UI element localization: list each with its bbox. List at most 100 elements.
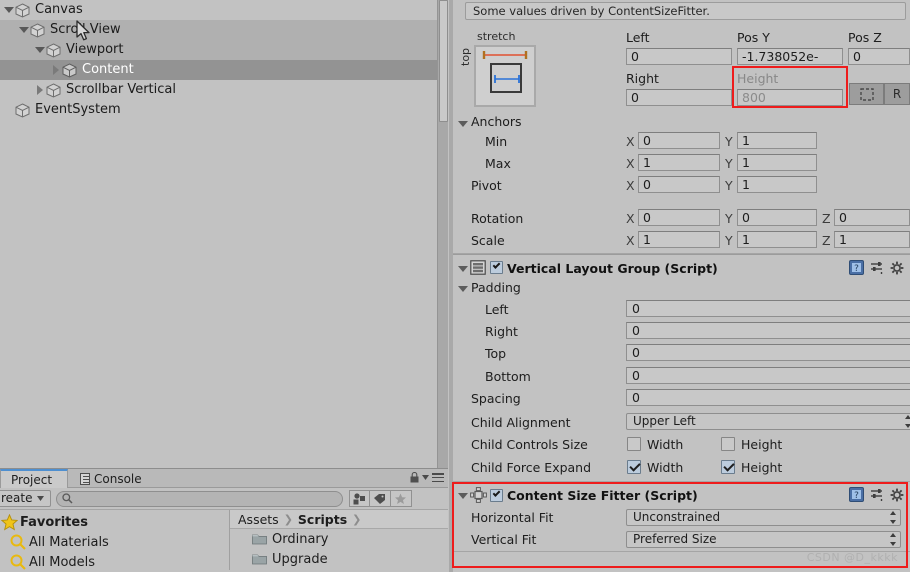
search-input[interactable] <box>75 491 326 506</box>
tab-label: Console <box>94 471 142 486</box>
height-field[interactable]: 800 <box>737 89 843 106</box>
padding-bottom-field[interactable]: 0 <box>626 367 910 384</box>
tab-project[interactable]: Project <box>0 469 68 489</box>
chevron-down-icon[interactable] <box>422 475 429 480</box>
foldout-anchors-icon[interactable] <box>458 121 468 127</box>
padding-top-field[interactable]: 0 <box>626 344 910 361</box>
breadcrumb-scripts[interactable]: Scripts <box>298 512 347 527</box>
foldout-content-icon[interactable] <box>49 60 62 80</box>
left-field[interactable]: 0 <box>626 48 732 65</box>
vertical-fit-label: Vertical Fit <box>471 532 537 547</box>
hierarchy-row-content[interactable]: Content <box>0 60 437 80</box>
pivot-y-field[interactable]: 1 <box>737 176 817 193</box>
child-force-expand-width-checkbox[interactable] <box>627 460 641 474</box>
gear-icon[interactable] <box>890 488 904 502</box>
foldout-scrollbar-vertical-icon[interactable] <box>33 80 46 100</box>
hierarchy-row-eventsystem[interactable]: EventSystem <box>0 100 437 120</box>
dropdown-arrows-icon <box>904 415 910 428</box>
inspector-left-border <box>449 0 453 572</box>
filter-by-label-icon[interactable] <box>369 490 391 507</box>
help-book-icon[interactable]: ? <box>849 260 864 275</box>
scale-x-field[interactable]: 1 <box>638 231 720 248</box>
padding-bottom-label: Bottom <box>485 369 531 384</box>
tab-console[interactable]: Console <box>70 469 152 489</box>
asset-row-upgrade[interactable]: Upgrade <box>230 549 448 569</box>
spacing-field[interactable]: 0 <box>626 389 910 406</box>
raw-edit-mode-button[interactable]: R <box>884 83 910 105</box>
hierarchy-row-viewport[interactable]: Viewport <box>0 40 437 60</box>
hierarchy-row-scrollbar-vertical[interactable]: Scrollbar Vertical <box>0 80 437 100</box>
breadcrumb-assets[interactable]: Assets <box>238 512 279 527</box>
child-force-expand-height-checkbox[interactable] <box>721 460 735 474</box>
breadcrumb-separator-icon: ❯ <box>352 512 362 526</box>
anchor-preset-outer-box <box>474 45 536 107</box>
child-controls-width-label: Width <box>647 437 684 452</box>
gameobject-cube-icon <box>15 102 30 118</box>
search-field[interactable] <box>55 490 343 507</box>
gear-icon[interactable] <box>890 261 904 275</box>
checkmark-icon <box>492 489 501 497</box>
foldout-content-size-fitter-icon[interactable] <box>458 493 468 499</box>
blueprint-mode-button[interactable] <box>849 83 884 105</box>
hierarchy-label: Scrollbar Vertical <box>66 82 176 97</box>
panel-menu-icon[interactable] <box>432 473 444 482</box>
help-book-icon[interactable]: ? <box>849 487 864 502</box>
hierarchy-label: Viewport <box>66 42 124 57</box>
vertical-layout-group-enabled-checkbox[interactable] <box>490 261 503 274</box>
axis-y-label: Y <box>725 211 733 226</box>
anchor-preset-widget[interactable]: stretch top <box>459 30 559 112</box>
hierarchy-scrollbar-thumb[interactable] <box>439 0 448 122</box>
scale-y-field[interactable]: 1 <box>737 231 817 248</box>
anchor-preset-side-label: top <box>459 47 472 66</box>
create-button[interactable]: reate <box>0 490 51 507</box>
rotation-x-field[interactable]: 0 <box>638 209 720 226</box>
child-force-expand-label: Child Force Expand <box>471 460 592 475</box>
foldout-viewport-icon[interactable] <box>33 40 46 60</box>
scale-z-field[interactable]: 1 <box>834 231 910 248</box>
anchor-max-y-field[interactable]: 1 <box>737 154 817 171</box>
anchor-preset-inner-rect <box>490 63 522 93</box>
hierarchy-row-scroll-view[interactable]: Scroll View <box>0 20 437 40</box>
foldout-canvas-icon[interactable] <box>2 0 15 20</box>
foldout-scroll-view-icon[interactable] <box>17 20 30 40</box>
svg-text:?: ? <box>854 264 859 274</box>
anchor-min-y-field[interactable]: 1 <box>737 132 817 149</box>
foldout-padding-icon[interactable] <box>458 286 468 292</box>
anchors-min-label: Min <box>485 134 508 149</box>
favorites-item-all-materials[interactable]: All Materials <box>0 532 229 552</box>
child-controls-height-checkbox[interactable] <box>721 437 735 451</box>
hierarchy-panel: Canvas Scroll View Viewport Content Scro… <box>0 0 437 468</box>
foldout-vertical-layout-group-icon[interactable] <box>458 266 468 272</box>
filter-by-type-icon[interactable] <box>348 490 370 507</box>
rotation-y-field[interactable]: 0 <box>737 209 817 226</box>
anchor-max-x-field[interactable]: 1 <box>638 154 720 171</box>
padding-left-field[interactable]: 0 <box>626 300 910 317</box>
right-field[interactable]: 0 <box>626 89 732 106</box>
favorites-item-all-models[interactable]: All Models <box>0 552 229 572</box>
hierarchy-scrollbar[interactable] <box>437 0 448 468</box>
rotation-z-field[interactable]: 0 <box>834 209 910 226</box>
rotation-label: Rotation <box>471 211 524 226</box>
padding-right-field[interactable]: 0 <box>626 322 910 339</box>
gameobject-cube-icon <box>15 2 30 18</box>
pos-y-field[interactable]: -1.738052e- <box>737 48 843 65</box>
preset-sliders-icon[interactable] <box>870 261 884 275</box>
pos-z-field[interactable]: 0 <box>848 48 910 65</box>
pivot-x-field[interactable]: 0 <box>638 176 720 193</box>
preset-sliders-icon[interactable] <box>870 488 884 502</box>
content-size-fitter-enabled-checkbox[interactable] <box>490 489 503 502</box>
favorites-header[interactable]: Favorites <box>0 512 229 532</box>
section-divider <box>453 254 910 255</box>
child-controls-width-checkbox[interactable] <box>627 437 641 451</box>
asset-row-ordinary[interactable]: Ordinary <box>230 529 448 549</box>
vertical-fit-dropdown[interactable]: Preferred Size <box>626 531 901 548</box>
favorite-star-icon[interactable] <box>390 490 412 507</box>
anchor-min-x-field[interactable]: 0 <box>638 132 720 149</box>
search-saved-icon <box>10 534 26 550</box>
lock-icon[interactable] <box>410 472 419 483</box>
horizontal-fit-dropdown[interactable]: Unconstrained <box>626 509 901 526</box>
axis-z-label: Z <box>822 211 831 226</box>
child-alignment-dropdown[interactable]: Upper Left <box>626 413 910 430</box>
hierarchy-row-canvas[interactable]: Canvas <box>0 0 437 20</box>
create-button-label: reate <box>1 491 33 505</box>
